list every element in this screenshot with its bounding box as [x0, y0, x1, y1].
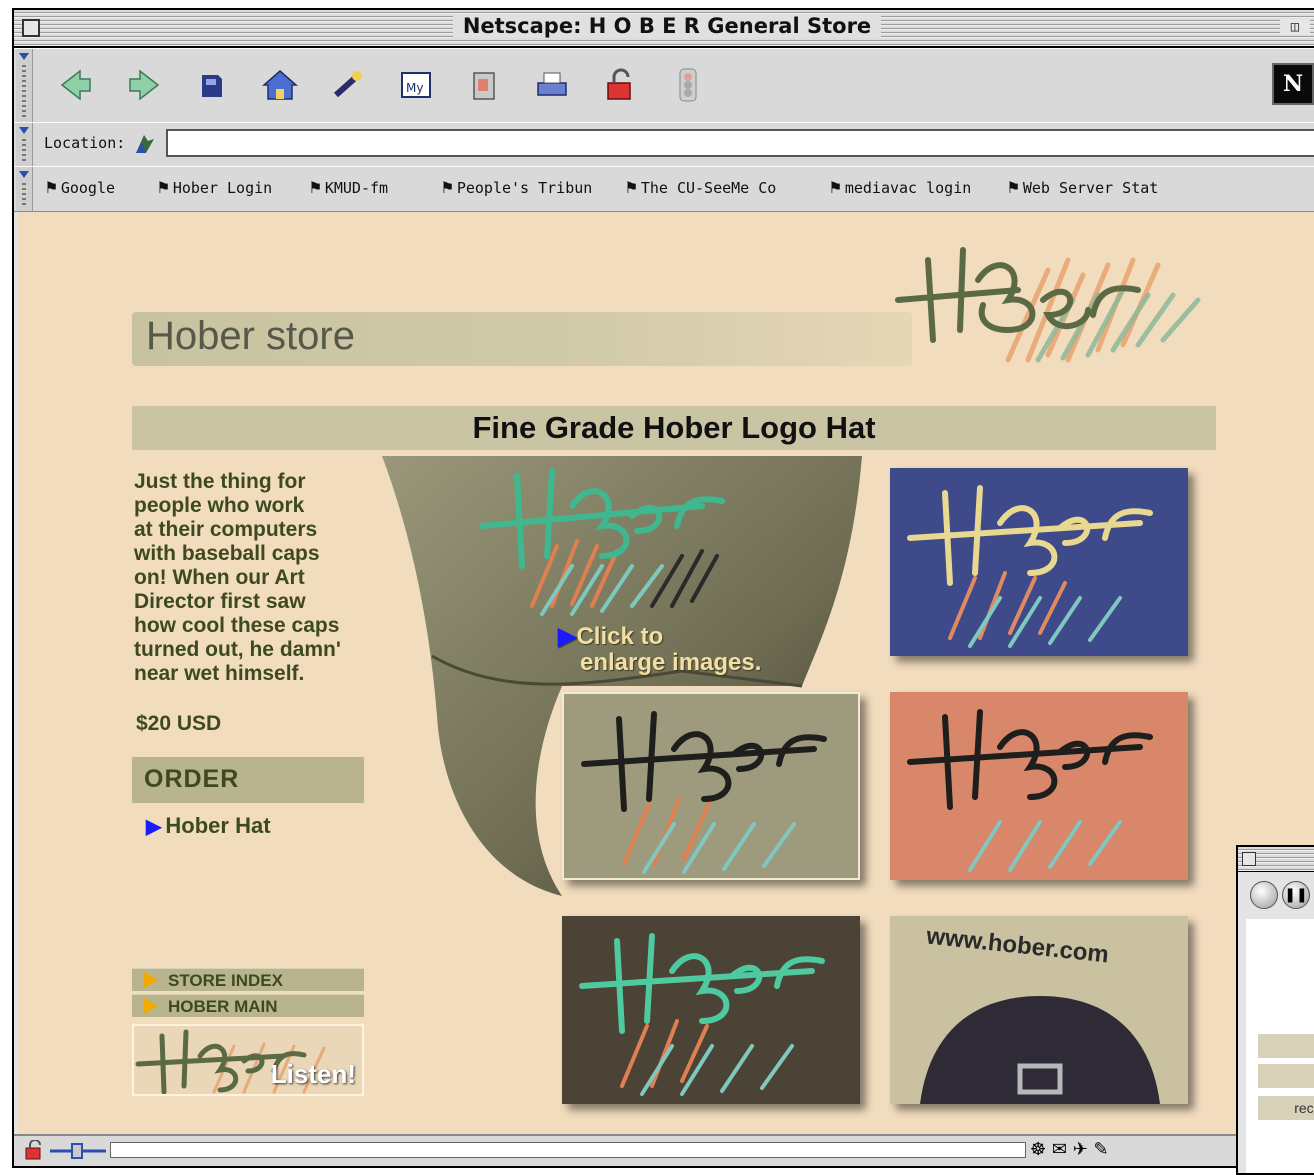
security-lock-icon[interactable] [600, 65, 640, 105]
store-index-link[interactable]: STORE INDEX [132, 968, 364, 991]
secondary-label: rece r [1258, 1095, 1314, 1120]
bookmark-hober-login[interactable]: ⚑ Hober Login [158, 177, 272, 198]
composer-icon[interactable]: ✎ [1094, 1139, 1109, 1160]
product-price: $20 USD [136, 712, 222, 735]
security-lock-icon[interactable] [24, 1139, 46, 1165]
bookmark-icon: ⚑ [1008, 177, 1019, 198]
title-bar[interactable]: Netscape: H O B E R General Store ◫ [14, 10, 1314, 48]
mail-icon[interactable]: ✉ [1052, 1139, 1067, 1160]
hat-thumbnail-navy[interactable] [890, 468, 1188, 656]
bookmark-kmud-fm[interactable]: ⚑ KMUD-fm [310, 177, 388, 198]
progress-bar [110, 1142, 1026, 1158]
back-arrow-icon[interactable] [56, 65, 96, 105]
browser-window: Netscape: H O B E R General Store ◫ My N… [12, 8, 1314, 1168]
print-icon[interactable] [532, 65, 572, 105]
toolbar-collapse-grip[interactable] [16, 123, 33, 167]
page-proxy-icon[interactable] [132, 131, 158, 163]
bookmark-icon: ⚑ [626, 177, 637, 198]
product-description: Just the thing for people who work at th… [134, 470, 341, 685]
bookmark-icon: ⚑ [46, 177, 57, 198]
store-header-bar: Hober store [132, 312, 912, 366]
play-arrow-icon: ▶ [146, 816, 162, 838]
personal-toolbar: ⚑ Google ⚑ Hober Login ⚑ KMUD-fm ⚑ People's … [14, 166, 1314, 212]
listen-button[interactable]: Listen! [132, 1024, 364, 1096]
play-arrow-icon: ▶ [558, 623, 577, 650]
window-title: Netscape: H O B E R General Store [452, 14, 882, 38]
forward-arrow-icon[interactable] [124, 65, 164, 105]
reload-icon[interactable] [192, 65, 232, 105]
hober-main-link[interactable]: HOBER MAIN [132, 994, 364, 1017]
netscape-throbber-icon[interactable]: N [1272, 63, 1314, 105]
toolbar-collapse-grip[interactable] [16, 167, 33, 211]
location-label: Location: [44, 134, 126, 152]
bookmark-icon: ⚑ [442, 177, 453, 198]
toolbar-collapse-grip[interactable] [16, 49, 33, 123]
discussion-icon[interactable]: ✈ [1073, 1139, 1088, 1160]
bookmark-icon: ⚑ [830, 177, 841, 198]
listen-label: Listen! [270, 1059, 356, 1089]
zoom-box-icon[interactable]: ◫ [1280, 19, 1310, 35]
close-box-icon[interactable] [1242, 852, 1256, 866]
hober-logo [895, 247, 1201, 363]
online-status-icon[interactable] [50, 1142, 106, 1164]
navigator-icon[interactable]: ☸ [1030, 1139, 1046, 1160]
images-icon[interactable] [464, 65, 504, 105]
search-icon[interactable] [328, 65, 368, 105]
bookmark-icon: ⚑ [310, 177, 321, 198]
bookmark-peoples-tribun[interactable]: ⚑ People's Tribun [442, 177, 592, 198]
nav-arrow-icon [144, 998, 158, 1014]
home-icon[interactable] [260, 65, 300, 105]
product-title-bar: Fine Grade Hober Logo Hat [132, 406, 1216, 450]
order-label: ORDER [144, 765, 240, 793]
my-netscape-icon[interactable]: My [396, 65, 436, 105]
component-bar: ☸ ✉ ✈ ✎ [1030, 1139, 1109, 1160]
product-title: Fine Grade Hober Logo Hat [472, 410, 876, 445]
page-content: Hober store Fine Grade Hober Logo Hat Ju… [18, 212, 1314, 1138]
secondary-window: ❚❚ l p rece r [1236, 845, 1314, 1175]
nav-arrow-icon [144, 972, 158, 988]
pause-button-icon[interactable]: ❚❚ [1282, 881, 1310, 909]
location-toolbar: Location: [14, 122, 1314, 168]
secondary-label: p [1258, 1063, 1314, 1088]
store-title: Hober store [146, 314, 355, 358]
bookmark-icon: ⚑ [158, 177, 169, 198]
hat-thumbnail-khaki[interactable] [562, 692, 860, 880]
secondary-panel: l p rece r [1246, 919, 1314, 1173]
navigation-toolbar: My N [14, 48, 1314, 124]
play-button-icon[interactable] [1250, 881, 1278, 909]
bookmark-mediavac-login[interactable]: ⚑ mediavac login [830, 177, 971, 198]
order-hober-hat-link[interactable]: ▶ Hober Hat [146, 813, 271, 839]
bookmark-google[interactable]: ⚑ Google [46, 177, 115, 198]
stop-icon[interactable] [668, 65, 708, 105]
click-to-enlarge-hint: ▶Click to enlarge images. [558, 623, 762, 676]
bookmark-cu-seeme[interactable]: ⚑ The CU-SeeMe Co [626, 177, 776, 198]
order-header: ORDER [132, 757, 364, 803]
secondary-label: l [1258, 1033, 1314, 1058]
hat-thumbnail-coral[interactable] [890, 692, 1188, 880]
location-input[interactable] [166, 129, 1314, 157]
bookmark-web-server-stat[interactable]: ⚑ Web Server Stat [1008, 177, 1158, 198]
status-bar: ☸ ✉ ✈ ✎ [14, 1134, 1314, 1166]
svg-text:My: My [406, 81, 423, 95]
secondary-title-bar[interactable] [1238, 847, 1314, 872]
hat-thumbnail-back[interactable]: www.hober.com [890, 916, 1188, 1104]
hat-thumbnail-brown[interactable] [562, 916, 860, 1104]
